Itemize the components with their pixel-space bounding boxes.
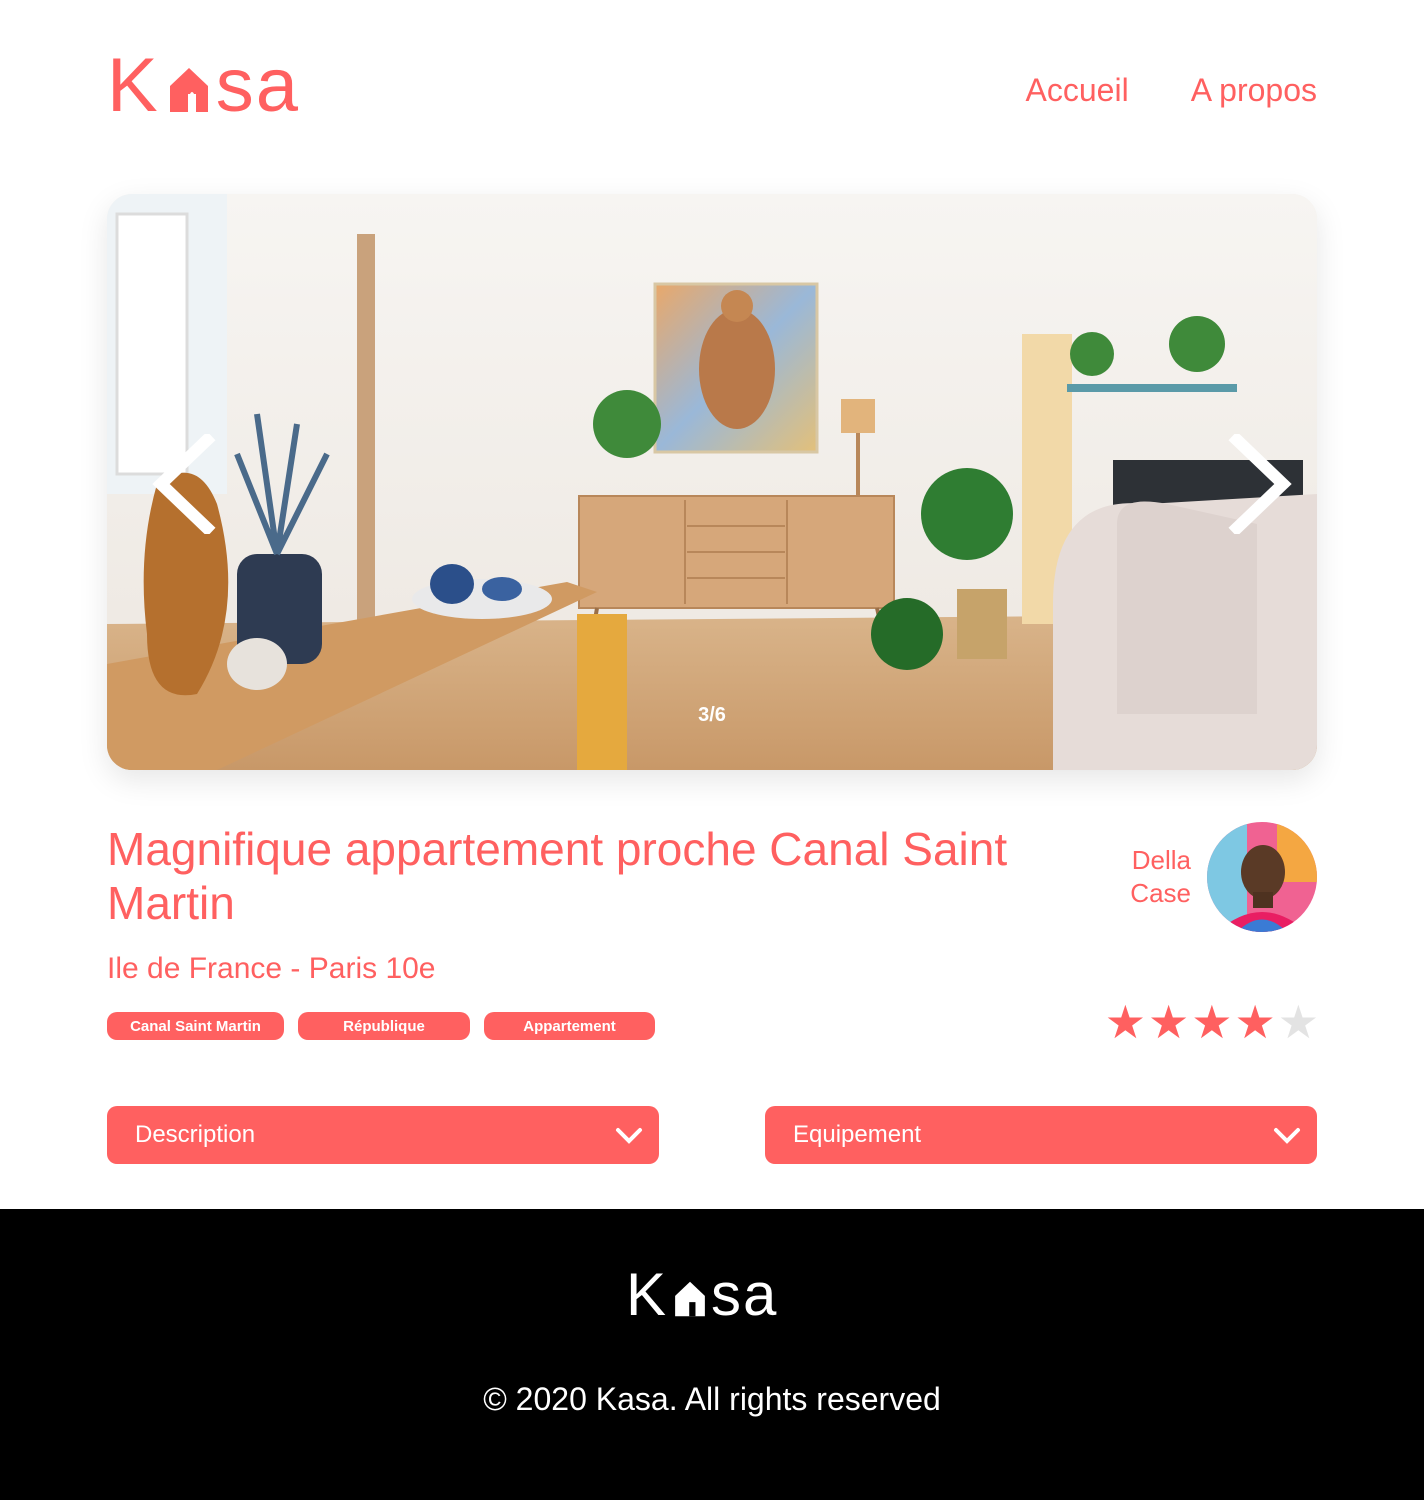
- image-carousel: 3/6: [107, 194, 1317, 770]
- listing-photo: [107, 194, 1317, 770]
- star-icon: ★: [1191, 996, 1233, 1048]
- chevron-down-icon[interactable]: [615, 1125, 643, 1145]
- house-icon: [169, 68, 208, 112]
- collapse-label: Description: [135, 1121, 256, 1148]
- chevron-down-icon[interactable]: [1273, 1125, 1301, 1145]
- chevron-right-icon[interactable]: [1227, 434, 1297, 534]
- slide-counter: 3/6: [698, 704, 726, 726]
- logo-letters-sa: sa: [215, 43, 300, 128]
- star-icon: ★: [1277, 996, 1319, 1048]
- chevron-left-icon[interactable]: [147, 434, 217, 534]
- nav-link-a-propos[interactable]: A propos: [1191, 72, 1317, 109]
- main-nav: Accueil A propos: [1026, 72, 1317, 109]
- star-icon: ★: [1148, 996, 1190, 1048]
- star-icon: ★: [1234, 996, 1276, 1048]
- copyright-text: © 2020 Kasa. All rights reserved: [483, 1381, 941, 1417]
- collapse-label: Equipement: [793, 1121, 922, 1148]
- nav-link-accueil[interactable]: Accueil: [1026, 72, 1129, 109]
- footer-kasa-logo: K sa: [626, 1261, 779, 1328]
- header: K sa Accueil A propos: [107, 43, 1317, 128]
- collapse-description[interactable]: Description: [107, 1106, 659, 1164]
- avatar: [1207, 822, 1317, 932]
- collapse-equipement[interactable]: Equipement: [765, 1106, 1317, 1164]
- tag: Canal Saint Martin: [107, 1012, 284, 1040]
- listing-title: Magnifique appartement proche Canal Sain…: [107, 823, 1008, 929]
- footer: K sa © 2020 Kasa. All rights reserved: [0, 1209, 1424, 1500]
- host-name: Della Case: [1130, 844, 1191, 910]
- tag: République: [298, 1012, 470, 1040]
- host-last-name: Case: [1130, 878, 1191, 908]
- star-icon: ★: [1104, 996, 1146, 1048]
- logo-letters-sa: sa: [711, 1261, 779, 1328]
- kasa-logo[interactable]: K sa: [107, 43, 300, 128]
- tag: Appartement: [484, 1012, 655, 1040]
- logo-letter-k: K: [107, 43, 160, 128]
- house-icon: [675, 1281, 705, 1317]
- host-first-name: Della: [1131, 845, 1191, 875]
- listing-location: Ile de France - Paris 10e: [107, 952, 436, 985]
- logo-letter-k: K: [626, 1261, 669, 1328]
- rating-stars: ★ ★ ★ ★ ★: [1104, 996, 1319, 1048]
- tag-list: Canal Saint Martin République Appartemen…: [107, 1012, 655, 1040]
- host-info: Della Case: [1130, 822, 1317, 932]
